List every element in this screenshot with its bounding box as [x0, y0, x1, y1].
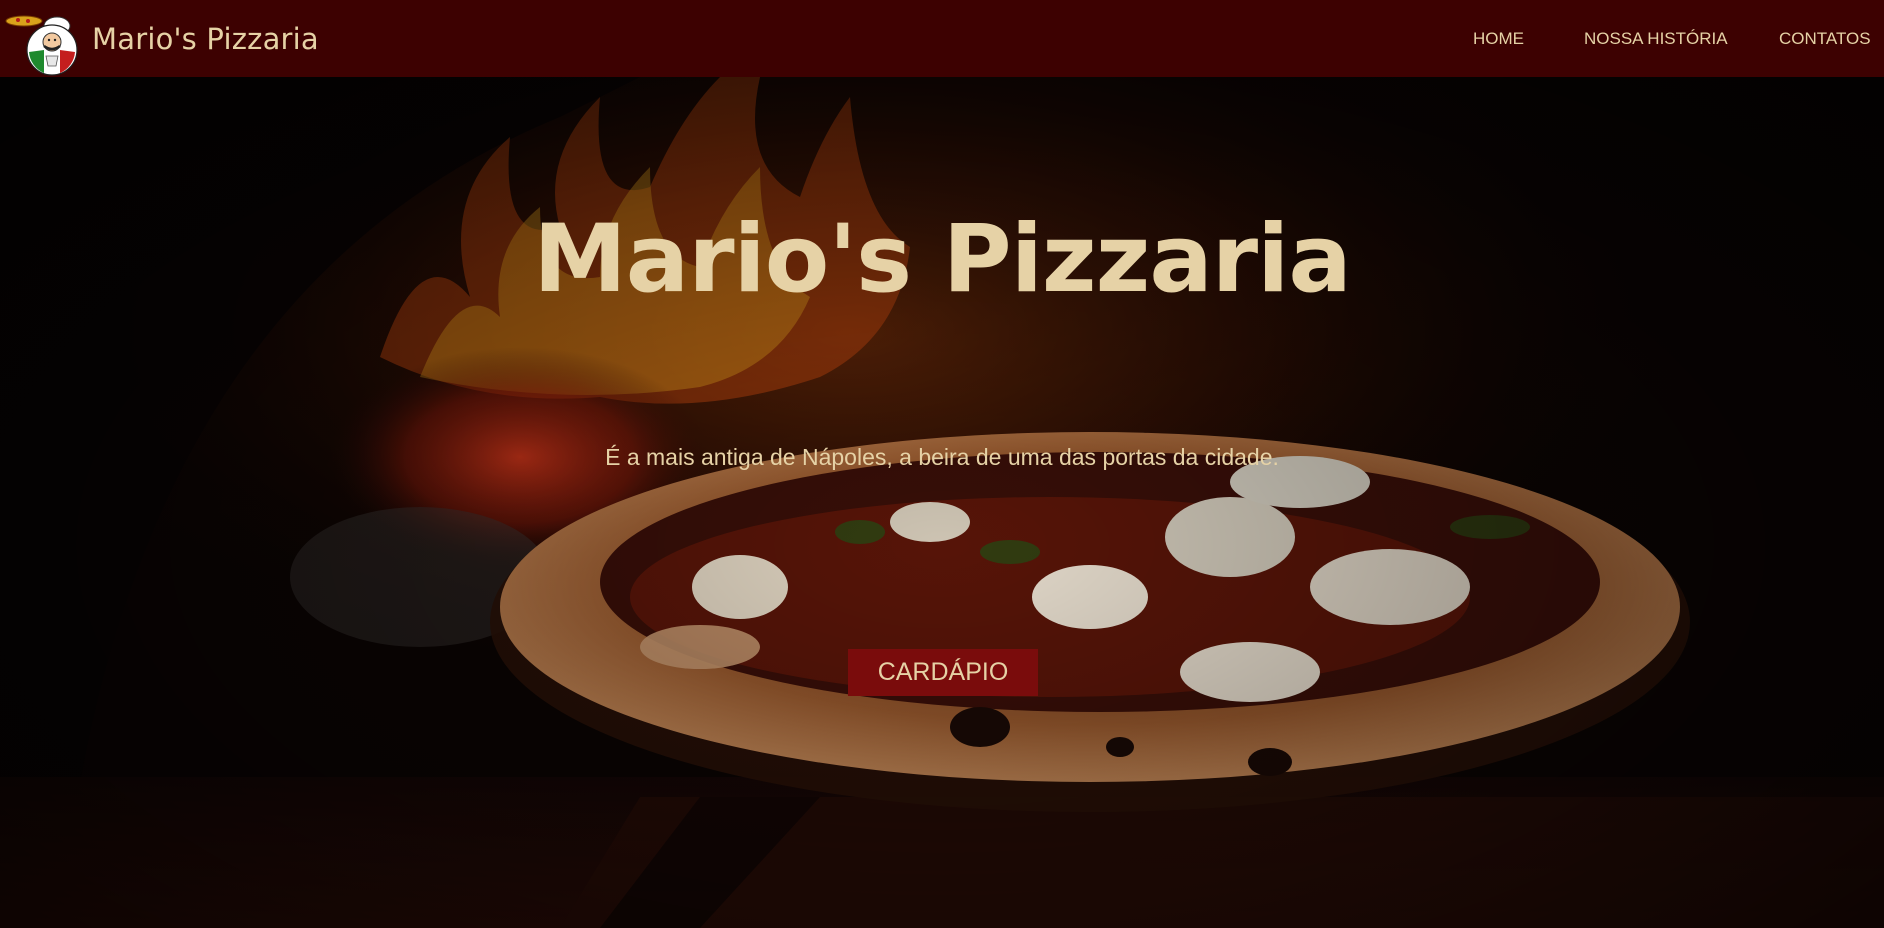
nav-contatos-link[interactable]: CONTATOS — [1779, 29, 1871, 49]
cardapio-button[interactable]: CARDÁPIO — [848, 649, 1038, 696]
navbar: Mario's Pizzaria HOME NOSSA HISTÓRIA CON… — [0, 0, 1884, 77]
brand-name: Mario's Pizzaria — [92, 21, 319, 56]
hero-section: Mario's Pizzaria É a mais antiga de Nápo… — [0, 77, 1884, 928]
hero-title: Mario's Pizzaria — [533, 205, 1352, 314]
chef-logo-icon — [5, 15, 78, 76]
hero-subtitle: É a mais antiga de Nápoles, a beira de u… — [605, 444, 1279, 470]
nav-home-link[interactable]: HOME — [1473, 29, 1524, 49]
nav-nossa-historia-link[interactable]: NOSSA HISTÓRIA — [1584, 29, 1728, 49]
brand[interactable]: Mario's Pizzaria — [2, 0, 319, 77]
